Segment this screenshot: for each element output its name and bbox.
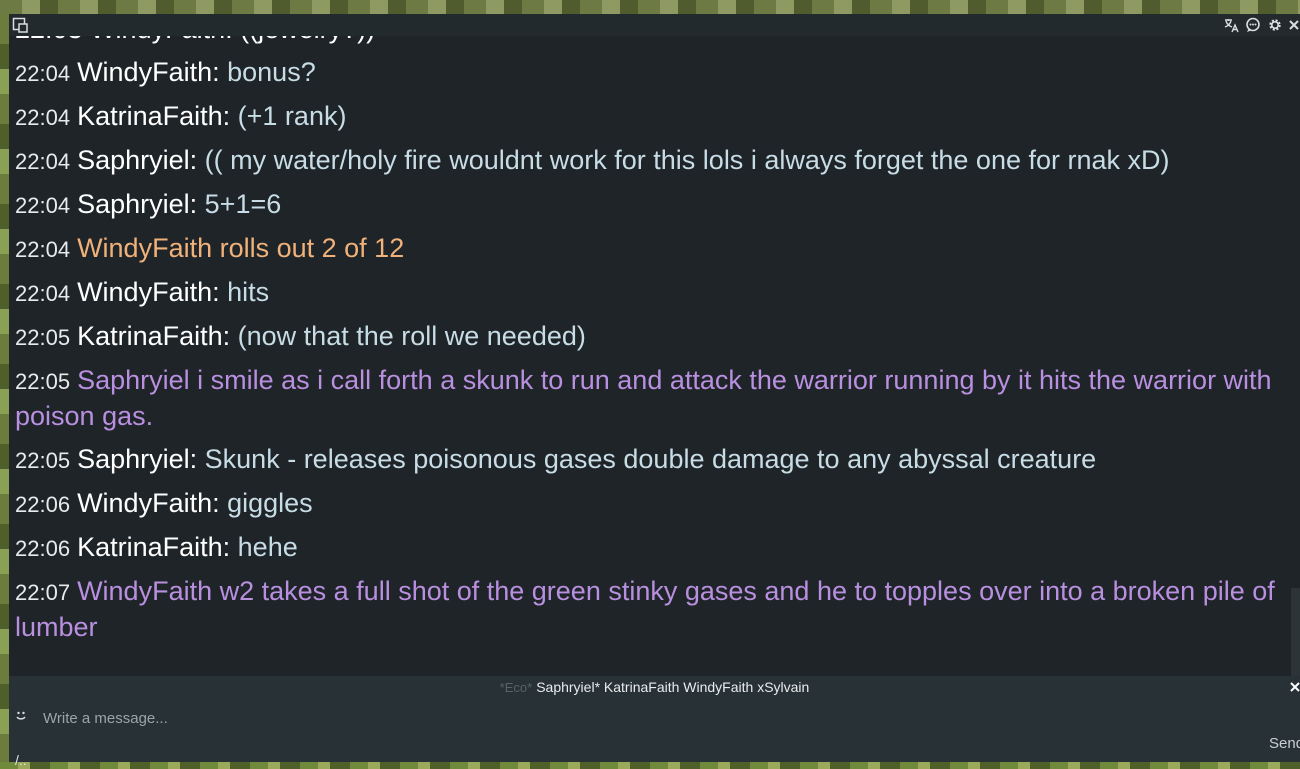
message-text: bonus? xyxy=(227,57,316,87)
send-button[interactable]: Send xyxy=(1269,735,1300,752)
message-timestamp: 22:06 xyxy=(15,492,71,517)
chat-window: 22:03 WindyFaith: ((jewelry?)) 22:04Wind… xyxy=(9,14,1300,768)
message-text: 5+1=6 xyxy=(204,189,282,219)
message-text: Skunk - releases poisonous gases double … xyxy=(204,444,1097,474)
chat-message: 22:06 WindyFaith: giggles xyxy=(15,482,1293,526)
message-input[interactable] xyxy=(41,706,1245,730)
message-timestamp: 22:05 xyxy=(15,325,71,350)
message-text: (now that the roll we needed) xyxy=(237,321,586,351)
emote-text: WindyFaith w2 takes a full shot of the g… xyxy=(15,576,1275,642)
chat-message: 22:05 Saphryiel i smile as i call forth a… xyxy=(15,359,1293,438)
message-author[interactable]: WindyFaith: xyxy=(77,57,220,87)
message-text: (+1 rank) xyxy=(237,101,347,131)
chat-message: 22:07 WindyFaith w2 takes a full shot of … xyxy=(15,570,1293,649)
chat-message: 22:04 Saphryiel: (( my water/holy fire wo… xyxy=(15,139,1293,183)
message-timestamp: 22:04 xyxy=(15,193,71,218)
message-timestamp: 22:05 xyxy=(15,448,71,473)
background-strip-left xyxy=(0,14,9,769)
background-strip-bottom xyxy=(0,762,1300,769)
chat-log: 22:03 WindyFaith: ((jewelry?)) 22:04Wind… xyxy=(15,36,1293,676)
message-author[interactable]: Saphryiel: xyxy=(77,444,197,474)
chat-message: 22:04 WindyFaith: bonus? xyxy=(15,51,1293,95)
message-text: hehe xyxy=(237,532,298,562)
chat-message: 22:06 KatrinaFaith: hehe xyxy=(15,526,1293,570)
background-strip-top xyxy=(0,0,1300,14)
message-timestamp: 22:04 xyxy=(15,105,71,130)
message-timestamp: 22:04 xyxy=(15,237,71,262)
roll-result-text: WindyFaith rolls out 2 of 12 xyxy=(77,233,405,263)
chat-message: 22:04 Saphryiel: 5+1=6 xyxy=(15,183,1293,227)
message-timestamp: 22:04 xyxy=(15,61,71,86)
chat-message: 22:05 KatrinaFaith: (now that the roll we… xyxy=(15,315,1293,359)
message-text: giggles xyxy=(227,488,313,518)
message-author[interactable]: KatrinaFaith: xyxy=(77,321,230,351)
close-icon[interactable] xyxy=(1288,17,1300,33)
emote-text: Saphryiel i smile as i call forth a skun… xyxy=(15,365,1272,431)
message-timestamp: 22:05 xyxy=(15,369,71,394)
message-text: hits xyxy=(227,277,270,307)
chat-message: 22:04 WindyFaith: hits xyxy=(15,271,1293,315)
message-timestamp: 22:04 xyxy=(15,149,71,174)
message-author[interactable]: KatrinaFaith: xyxy=(77,101,230,131)
command-hint[interactable]: /.. xyxy=(15,752,27,768)
chat-message: 22:05 Saphryiel: Skunk - releases poisono… xyxy=(15,438,1293,482)
chat-titlebar xyxy=(9,14,1300,36)
translate-icon[interactable] xyxy=(1223,17,1239,33)
chat-message: 22:04 WindyFaith rolls out 2 of 12 xyxy=(15,227,1293,271)
message-author[interactable]: WindyFaith: xyxy=(77,488,220,518)
message-author[interactable]: KatrinaFaith: xyxy=(77,532,230,562)
userbar-close-icon[interactable] xyxy=(1290,679,1300,695)
message-timestamp: 22:04 xyxy=(15,281,71,306)
compose-area: Send /.. xyxy=(9,698,1300,768)
emoji-icon[interactable] xyxy=(14,708,28,722)
channel-prefix: *Eco* xyxy=(499,680,533,695)
message-text: (( my water/holy fire wouldnt work for t… xyxy=(204,145,1170,175)
user-list-bar: *Eco* Saphryiel* KatrinaFaith WindyFaith … xyxy=(9,676,1300,698)
chat-message: 22:04 KatrinaFaith: (+1 rank) xyxy=(15,95,1293,139)
chat-scrollbar[interactable] xyxy=(1291,588,1300,676)
message-timestamp: 22:07 xyxy=(15,580,71,605)
chat-bubble-icon[interactable] xyxy=(1245,17,1261,33)
message-author[interactable]: Saphryiel: xyxy=(77,189,197,219)
message-timestamp: 22:06 xyxy=(15,536,71,561)
window-icon[interactable] xyxy=(12,17,28,33)
user-names[interactable]: Saphryiel* KatrinaFaith WindyFaith xSylv… xyxy=(536,679,809,695)
gear-icon[interactable] xyxy=(1267,17,1283,33)
message-author[interactable]: Saphryiel: xyxy=(77,145,197,175)
message-author[interactable]: WindyFaith: xyxy=(77,277,220,307)
chat-message-partial: 22:03 WindyFaith: ((jewelry?)) xyxy=(15,36,1293,51)
user-list: *Eco* Saphryiel* KatrinaFaith WindyFaith … xyxy=(9,676,1300,699)
